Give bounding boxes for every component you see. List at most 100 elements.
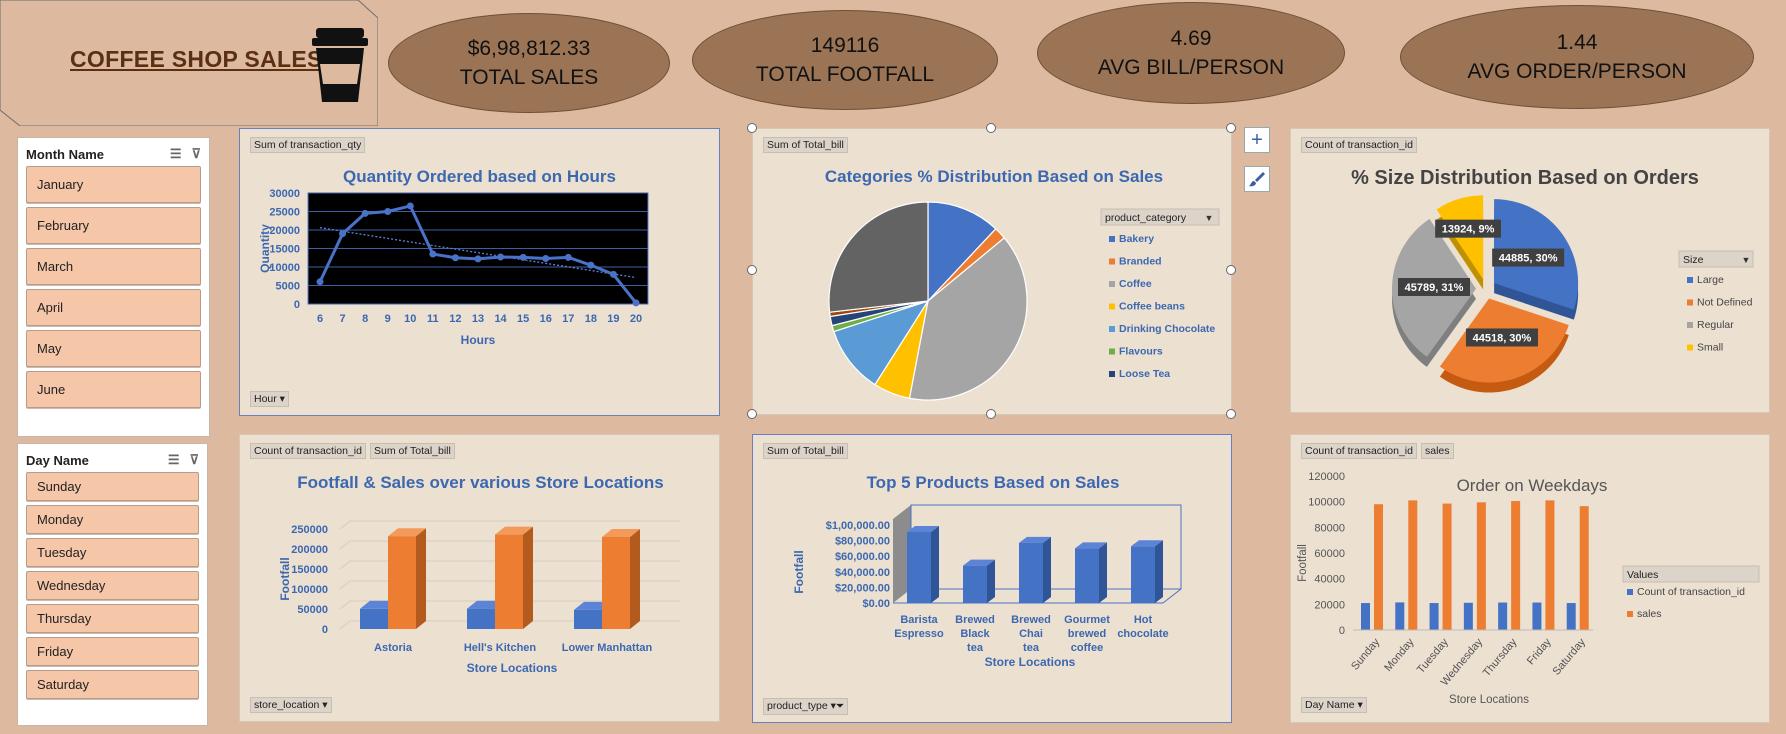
x-tick-label: Black [960, 628, 990, 640]
resize-handle[interactable] [1226, 123, 1236, 133]
dropdown-arrow-icon: ▼ [1205, 213, 1214, 223]
resize-handle[interactable] [747, 123, 757, 133]
day-name-filter-button[interactable]: Day Name ▾ [1301, 697, 1367, 713]
product-type-filter-button[interactable]: product_type ▾⏷ [763, 698, 849, 715]
x-tick-label: 14 [494, 313, 507, 325]
slicer-item[interactable]: Saturday [26, 670, 199, 699]
store-location-filter-button[interactable]: store_location ▾ [250, 697, 332, 713]
slicer-item[interactable]: March [26, 248, 201, 285]
data-point [497, 253, 505, 261]
x-tick-label: 19 [607, 313, 619, 325]
bar-sales [1476, 502, 1486, 630]
bar-count [1532, 602, 1542, 630]
data-point [587, 261, 595, 269]
bar [1075, 548, 1099, 603]
x-tick-label: 6 [317, 313, 323, 325]
bar-side [1099, 542, 1107, 603]
chart-styles-brush-icon[interactable] [1244, 166, 1270, 192]
bar-sales [1579, 506, 1589, 630]
x-axis-title: Store Locations [985, 655, 1076, 669]
bar-side [1155, 540, 1163, 603]
slicer-header: Day Name ☰ ⊽ [18, 448, 207, 472]
slicer-item[interactable]: February [26, 207, 201, 244]
slicer-item[interactable]: Friday [26, 637, 199, 666]
bar-sales [1374, 504, 1383, 630]
x-tick-label: 12 [449, 313, 461, 325]
slicer-item[interactable]: Thursday [26, 604, 199, 633]
x-tick-label: 16 [540, 313, 552, 325]
data-point [339, 230, 347, 238]
multi-select-icon[interactable]: ☰ [170, 146, 182, 162]
hour-filter-button[interactable]: Hour ▾ [250, 391, 289, 407]
x-tick-label: Espresso [894, 628, 944, 640]
legend-label: Large [1697, 274, 1724, 286]
x-tick-label: Friday [1525, 636, 1554, 668]
slicer-item[interactable]: Tuesday [26, 538, 199, 567]
data-point [316, 278, 324, 286]
y-tick-label: 100000 [291, 584, 328, 596]
chart-panel-top5[interactable]: Sum of Total_bill Top 5 Products Based o… [752, 434, 1232, 723]
kpi-total-sales: $6,98,812.33 TOTAL SALES [388, 13, 670, 113]
legend-swatch [1687, 299, 1693, 306]
resize-handle[interactable] [1226, 265, 1236, 275]
slicer-item[interactable]: Monday [26, 505, 199, 534]
slicer-item[interactable]: April [26, 289, 201, 326]
data-point [406, 202, 414, 210]
chart-elements-plus-icon[interactable]: + [1244, 127, 1270, 153]
x-axis-title: Hours [461, 333, 496, 347]
bar-count [1566, 603, 1576, 630]
y-axis-title: Footfall [1297, 544, 1309, 582]
multi-select-icon[interactable]: ☰ [168, 452, 180, 468]
chart-panel-quantity[interactable]: Sum of transaction_qty Quantity Ordered … [239, 128, 720, 416]
legend-label: Drinking Chocolate [1119, 323, 1215, 335]
legend-label: Loose Tea [1119, 368, 1170, 380]
clear-filter-icon[interactable]: ⊽ [189, 452, 199, 468]
x-tick-label: chocolate [1117, 628, 1168, 640]
resize-handle[interactable] [986, 409, 996, 419]
x-tick-label: tea [967, 642, 984, 654]
gridline [339, 620, 351, 630]
slicer-item[interactable]: May [26, 330, 201, 367]
slicer-item[interactable]: June [26, 371, 201, 408]
bar-sales [1511, 501, 1521, 630]
kpi-total-footfall: 149116 TOTAL FOOTFALL [692, 10, 998, 110]
data-label: 44885, 30% [1499, 253, 1558, 265]
kpi-avg-bill: 4.69 AVG BILL/PERSON [1037, 2, 1345, 104]
y-tick-label: $80,000.00 [835, 536, 890, 548]
title-banner: COFFEE SHOP SALES [0, 0, 378, 126]
chart-panel-weekdays[interactable]: Count of transaction_id sales 0 20000 4000… [1290, 434, 1770, 723]
chart-panel-size[interactable]: Count of transaction_id % Size Distribut… [1290, 128, 1770, 413]
bar [1019, 542, 1043, 603]
bar-sales [1545, 500, 1555, 630]
x-tick-label: Hot [1134, 614, 1153, 626]
data-point [632, 299, 640, 307]
clear-filter-icon[interactable]: ⊽ [191, 146, 201, 162]
resize-handle[interactable] [747, 265, 757, 275]
clustered-bar-chart: 0 20000 40000 60000 80000 100000 120000 Order o… [1297, 471, 1760, 706]
filter-label: store_location [254, 699, 320, 711]
pie-slice [828, 201, 929, 313]
filter-label: product_type [767, 700, 828, 712]
x-tick-label: Brewed [955, 614, 995, 626]
pie-chart-3d: 44885, 30% 44518, 30% 45789, 31% 13924, 9% S… [1392, 195, 1754, 393]
slicer-item[interactable]: Sunday [26, 472, 199, 501]
slicer-item[interactable]: January [26, 166, 201, 203]
data-label: 44518, 30% [1473, 332, 1532, 344]
data-point [429, 250, 437, 258]
resize-handle[interactable] [747, 409, 757, 419]
data-label: 13924, 9% [1442, 224, 1495, 236]
gridline [339, 560, 351, 570]
day-slicer: Day Name ☰ ⊽ Sunday Monday Tuesday Wednesday… [17, 443, 208, 726]
legend-label: Count of transaction_id [1637, 586, 1745, 598]
chart-panel-footfall[interactable]: Count of transaction_id Sum of Total_bil… [239, 434, 720, 722]
resize-handle[interactable] [1226, 409, 1236, 419]
data-point [384, 208, 392, 215]
y-tick-label: 50000 [297, 604, 328, 616]
data-point [609, 270, 617, 278]
slicer-item[interactable]: Wednesday [26, 571, 199, 600]
legend-swatch [1627, 611, 1633, 617]
resize-handle[interactable] [986, 123, 996, 133]
chart-panel-categories[interactable]: Sum of Total_bill Categories % Distribut… [752, 128, 1232, 415]
y-tick-label: 20000 [1314, 599, 1345, 611]
x-tick-label: tea [1023, 642, 1040, 654]
